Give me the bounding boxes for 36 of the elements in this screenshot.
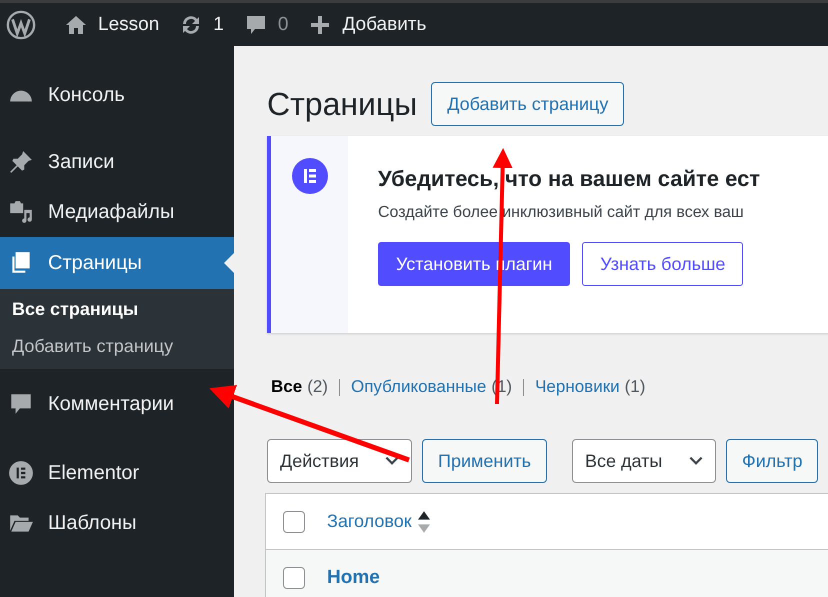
- menu-item[interactable]: Страницы: [0, 237, 234, 289]
- submenu-link[interactable]: Все страницы: [12, 299, 138, 320]
- updates-link[interactable]: 1: [179, 12, 224, 36]
- column-header[interactable]: Заголовок: [327, 511, 412, 532]
- menu-item[interactable]: Консоль: [0, 70, 234, 120]
- row-checkbox[interactable]: [283, 566, 305, 588]
- sort-icon[interactable]: [418, 510, 430, 534]
- select-all-checkbox[interactable]: [283, 510, 305, 532]
- menu-item[interactable]: Elementor: [0, 448, 234, 498]
- learn-more-button[interactable]: Узнать больше: [582, 242, 744, 286]
- filter-count: (1): [624, 377, 646, 397]
- page-title-link[interactable]: Home: [327, 566, 380, 588]
- filter-button[interactable]: Фильтр: [726, 439, 818, 483]
- menu-item[interactable]: Комментарии: [0, 379, 234, 429]
- add-page-button[interactable]: Добавить страницу: [431, 82, 624, 126]
- submenu-link[interactable]: Добавить страницу: [12, 336, 174, 357]
- pushpin-icon: [8, 149, 34, 175]
- new-content-link[interactable]: Добавить: [308, 12, 426, 36]
- status-filter-link[interactable]: Все: [271, 377, 302, 397]
- filter-count: (2): [307, 377, 328, 397]
- wordpress-logo-icon[interactable]: [6, 10, 36, 40]
- menu-item[interactable]: Записи: [0, 137, 234, 187]
- date-filter-select[interactable]: Все даты: [572, 439, 716, 483]
- status-filter-link[interactable]: Черновики: [535, 377, 620, 397]
- menu-item[interactable]: Медиафайлы: [0, 187, 234, 237]
- camera-music-icon: [8, 199, 34, 225]
- status-filter-link[interactable]: Опубликованные: [350, 377, 486, 397]
- bulk-actions-select[interactable]: Действия: [267, 439, 412, 483]
- comments-link[interactable]: 0: [244, 12, 288, 36]
- elementor-logo-icon: [292, 158, 328, 194]
- page-title: Страницы: [267, 86, 418, 122]
- site-link[interactable]: Lesson: [64, 12, 160, 36]
- notice-title: Убедитесь, что на вашем сайте ест: [378, 166, 760, 192]
- elementor-logo-icon: [8, 460, 34, 486]
- menu-item[interactable]: Шаблоны: [0, 498, 234, 548]
- apply-button[interactable]: Применить: [422, 439, 548, 483]
